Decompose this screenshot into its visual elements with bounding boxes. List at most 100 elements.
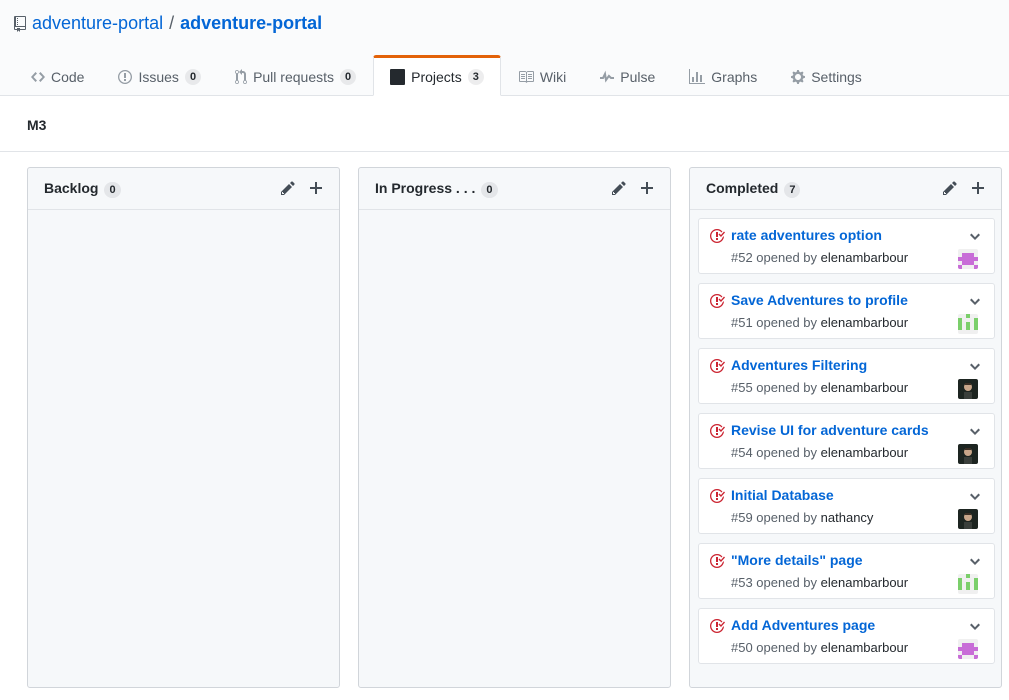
repo-owner-link[interactable]: adventure-portal (32, 13, 163, 34)
pulse-icon (600, 69, 615, 85)
issue-title-link[interactable]: "More details" page (731, 552, 863, 568)
issue-card[interactable]: Revise UI for adventure cards #54 opened … (698, 413, 995, 469)
issue-title-link[interactable]: Revise UI for adventure cards (731, 422, 929, 438)
tab-label: Code (51, 68, 85, 85)
avatar[interactable] (958, 639, 978, 659)
tab-label: Pull requests (253, 68, 334, 85)
issue-author[interactable]: elenambarbour (821, 575, 908, 590)
pull-requests-counter: 0 (340, 68, 357, 85)
pencil-icon[interactable] (281, 180, 295, 199)
avatar[interactable] (958, 574, 978, 594)
issue-closed-icon (709, 293, 725, 312)
tab-label: Settings (811, 68, 862, 85)
issue-card[interactable]: "More details" page #53 opened by elenamb… (698, 543, 995, 599)
code-icon (31, 69, 45, 85)
issue-meta: #59 opened by nathancy (731, 510, 873, 525)
issue-number-text: #51 opened by (731, 315, 818, 330)
avatar[interactable] (958, 249, 978, 269)
issue-meta: #55 opened by elenambarbour (731, 380, 908, 395)
column-header: Backlog 0 (28, 168, 339, 210)
issue-title-link[interactable]: rate adventures option (731, 227, 882, 243)
column-count: 0 (104, 182, 121, 198)
project-name: M3 (27, 117, 47, 133)
issue-closed-icon (709, 423, 725, 442)
chevron-down-icon[interactable] (970, 229, 980, 248)
tab-graphs[interactable]: Graphs (672, 55, 774, 96)
issue-closed-icon (709, 488, 725, 507)
book-icon (518, 69, 534, 85)
chevron-down-icon[interactable] (970, 489, 980, 508)
tab-pull-requests[interactable]: Pull requests 0 (218, 55, 373, 96)
tab-label: Wiki (539, 68, 567, 85)
tab-code[interactable]: Code (14, 55, 101, 96)
issue-author[interactable]: elenambarbour (821, 315, 908, 330)
issue-author[interactable]: elenambarbour (821, 380, 908, 395)
issue-card[interactable]: Save Adventures to profile #51 opened by … (698, 283, 995, 339)
issue-card[interactable]: rate adventures option #52 opened by elen… (698, 218, 995, 274)
issue-closed-icon (709, 618, 725, 637)
avatar[interactable] (958, 444, 978, 464)
column-title: Completed 7 (706, 180, 801, 198)
path-separator: / (169, 13, 175, 33)
git-pull-request-icon (235, 68, 248, 85)
issues-counter: 0 (184, 68, 202, 85)
pencil-icon[interactable] (943, 180, 957, 199)
column-count: 0 (481, 182, 498, 198)
issue-author[interactable]: elenambarbour (821, 445, 908, 460)
tab-wiki[interactable]: Wiki (501, 55, 583, 96)
chevron-down-icon[interactable] (970, 554, 980, 573)
gear-icon (791, 69, 806, 85)
column-completed: Completed 7 rate adventures option #52 ope… (689, 167, 1002, 688)
issue-title-link[interactable]: Save Adventures to profile (731, 292, 908, 308)
tab-projects[interactable]: Projects 3 (373, 55, 501, 96)
project-board: Backlog 0 In Progress . . .0 Completed 7 r… (0, 167, 1009, 700)
plus-icon[interactable] (971, 180, 985, 199)
issue-number-text: #50 opened by (731, 640, 818, 655)
issue-number-text: #53 opened by (731, 575, 818, 590)
issue-author[interactable]: elenambarbour (821, 250, 908, 265)
repo-icon (14, 15, 26, 32)
issue-number-text: #55 opened by (731, 380, 818, 395)
issue-number-text: #54 opened by (731, 445, 818, 460)
tab-issues[interactable]: Issues 0 (101, 55, 218, 96)
tab-pulse[interactable]: Pulse (583, 55, 672, 96)
pencil-icon[interactable] (612, 180, 626, 199)
chevron-down-icon[interactable] (970, 294, 980, 313)
column-header: In Progress . . .0 (359, 168, 670, 210)
issue-meta: #51 opened by elenambarbour (731, 315, 908, 330)
repo-title: adventure-portal / adventure-portal (14, 13, 322, 34)
issue-number-text: #52 opened by (731, 250, 818, 265)
project-header: M3 (0, 96, 1009, 152)
tab-label: Pulse (620, 68, 656, 85)
issue-card[interactable]: Add Adventures page #50 opened by elenamb… (698, 608, 995, 664)
avatar[interactable] (958, 314, 978, 334)
issue-title-link[interactable]: Initial Database (731, 487, 834, 503)
tab-label: Projects (411, 68, 462, 85)
plus-icon[interactable] (309, 180, 323, 199)
avatar[interactable] (958, 379, 978, 399)
projects-counter: 3 (467, 68, 484, 85)
issue-card[interactable]: Adventures Filtering #55 opened by elenam… (698, 348, 995, 404)
project-icon (390, 68, 406, 85)
issue-title-link[interactable]: Adventures Filtering (731, 357, 867, 373)
repo-name-link[interactable]: adventure-portal (180, 13, 322, 34)
issue-title-link[interactable]: Add Adventures page (731, 617, 875, 633)
tab-label: Graphs (711, 68, 758, 85)
chevron-down-icon[interactable] (970, 424, 980, 443)
column-title: Backlog 0 (44, 180, 121, 198)
tab-label: Issues (138, 68, 179, 85)
issue-author[interactable]: elenambarbour (821, 640, 908, 655)
issue-meta: #50 opened by elenambarbour (731, 640, 908, 655)
plus-icon[interactable] (640, 180, 654, 199)
tab-settings[interactable]: Settings (774, 55, 879, 96)
issue-meta: #54 opened by elenambarbour (731, 445, 908, 460)
issue-card[interactable]: Initial Database #59 opened by nathancy (698, 478, 995, 534)
repo-header: adventure-portal / adventure-portal Code… (0, 0, 1009, 96)
chevron-down-icon[interactable] (970, 359, 980, 378)
issue-closed-icon (709, 358, 725, 377)
avatar[interactable] (958, 509, 978, 529)
column-title: In Progress . . .0 (375, 180, 498, 198)
issue-author[interactable]: nathancy (821, 510, 874, 525)
issue-closed-icon (709, 553, 725, 572)
chevron-down-icon[interactable] (970, 619, 980, 638)
